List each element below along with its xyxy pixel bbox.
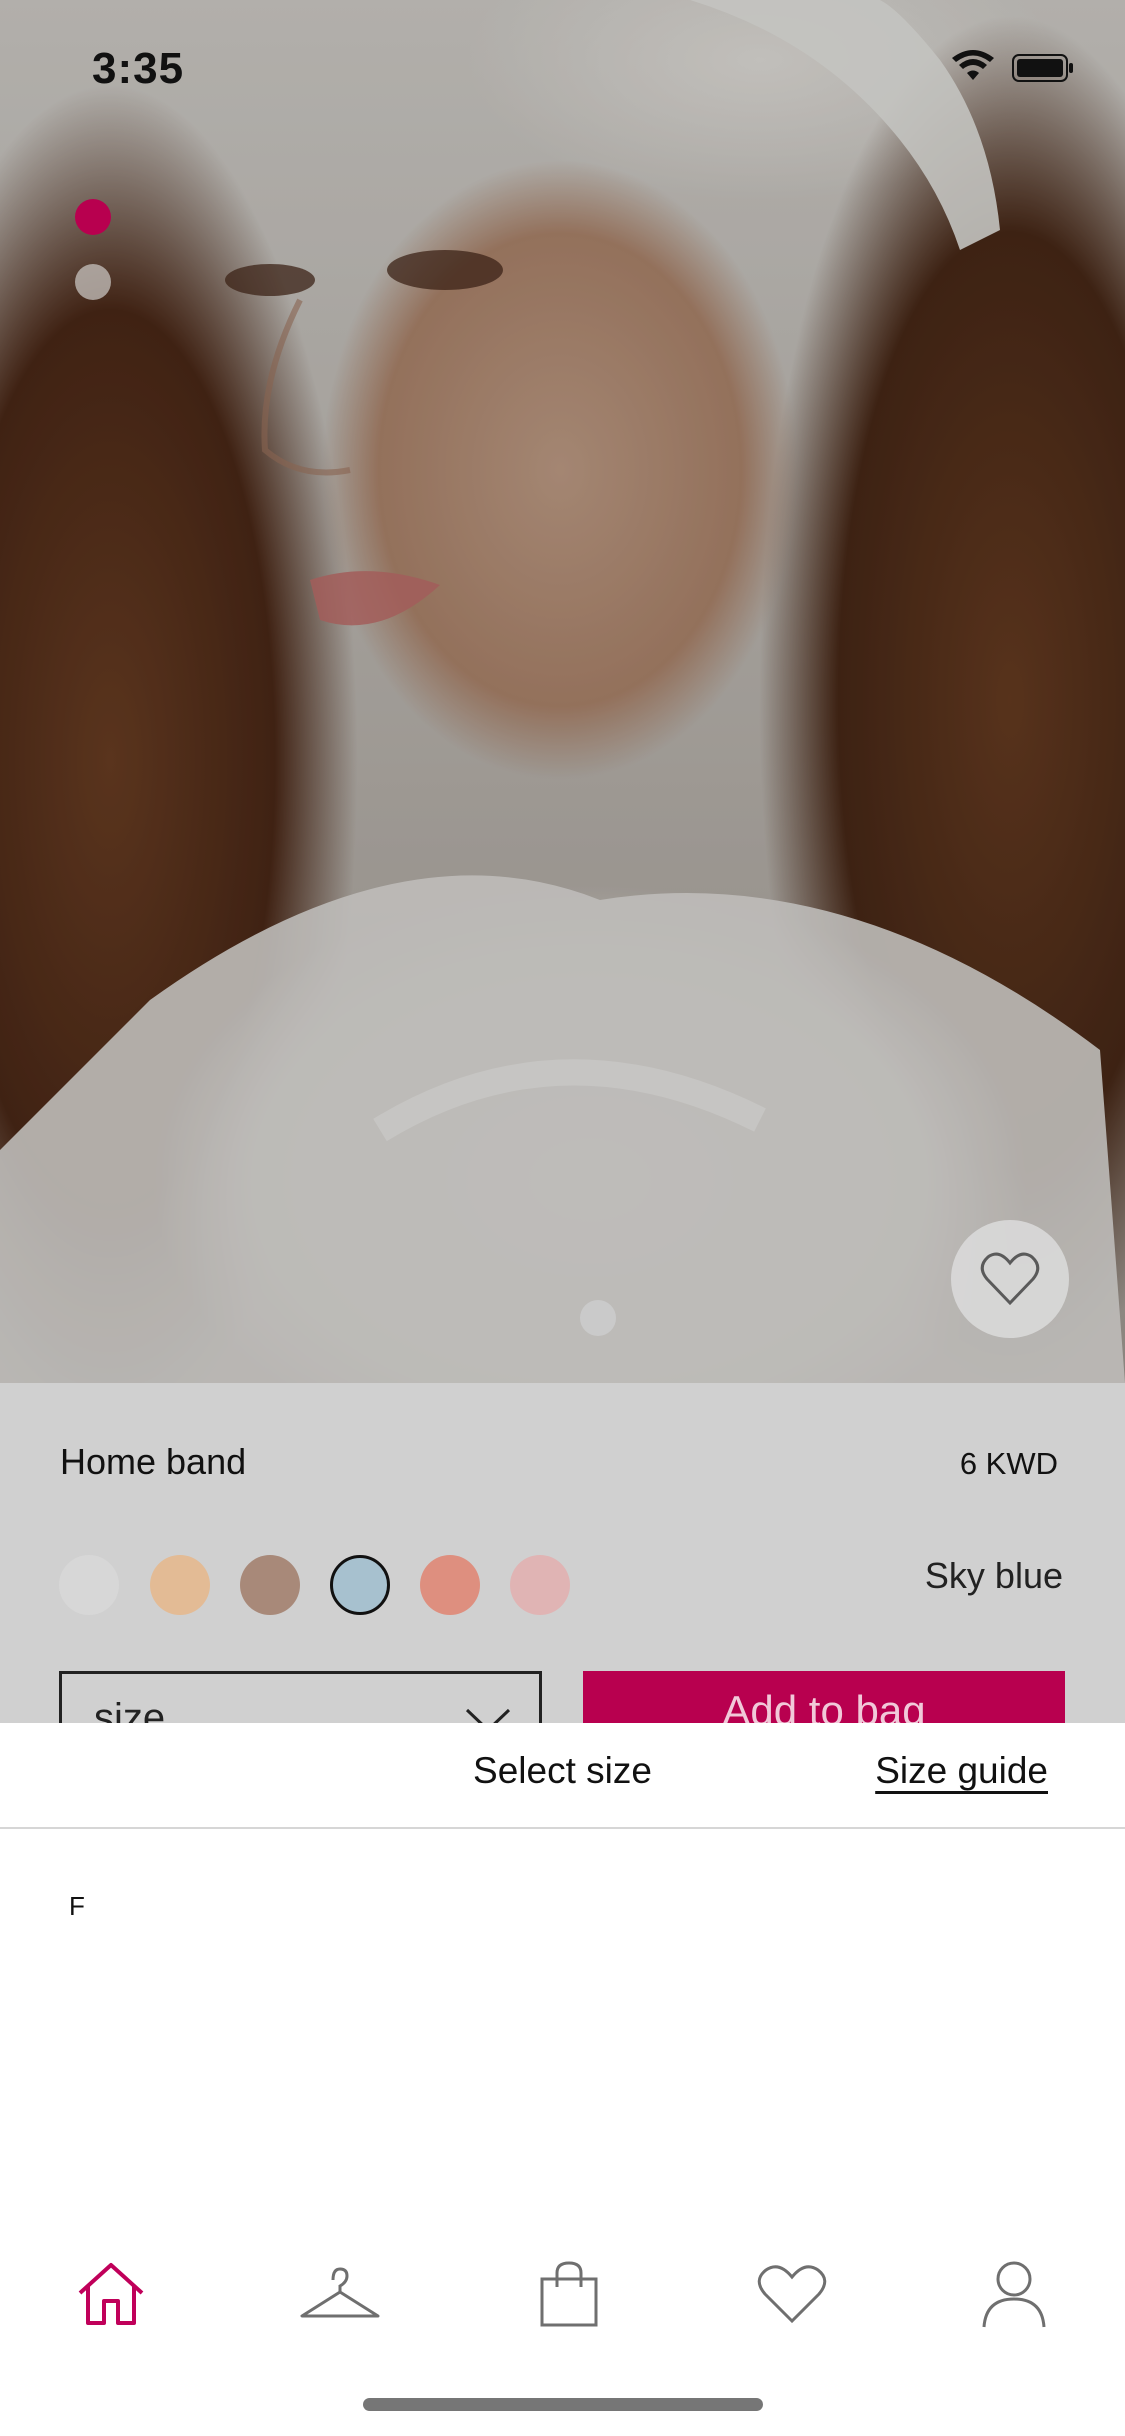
color-swatch[interactable] xyxy=(59,1555,119,1615)
color-swatch[interactable] xyxy=(510,1555,570,1615)
battery-icon xyxy=(1012,54,1073,82)
tab-home[interactable] xyxy=(69,2252,153,2336)
product-price: 6 KWD xyxy=(959,1446,1058,1481)
gallery-dot-active[interactable] xyxy=(75,199,111,235)
tab-wishlist[interactable] xyxy=(750,2252,834,2336)
divider xyxy=(0,1827,1125,1829)
heart-icon xyxy=(757,2265,827,2324)
photo-overlay xyxy=(0,0,1125,1383)
size-option[interactable]: F xyxy=(69,1891,85,1922)
home-icon xyxy=(78,2263,144,2325)
size-guide-link[interactable]: Size guide xyxy=(875,1750,1048,1792)
product-name: Home band xyxy=(60,1441,247,1482)
status-time: 3:35 xyxy=(92,44,185,93)
favorite-button[interactable] xyxy=(951,1220,1069,1338)
shopping-bag-icon xyxy=(540,2261,598,2327)
tab-profile[interactable] xyxy=(972,2252,1056,2336)
color-swatch[interactable] xyxy=(150,1555,210,1615)
color-swatch-selected[interactable] xyxy=(330,1555,390,1615)
home-indicator[interactable] xyxy=(363,2398,763,2411)
color-swatch[interactable] xyxy=(420,1555,480,1615)
heart-icon xyxy=(980,1252,1040,1306)
color-swatch[interactable] xyxy=(240,1555,300,1615)
tab-shop[interactable] xyxy=(297,2252,383,2336)
product-info: Home band 6 KWD Sky blue size Add to bag xyxy=(0,1383,1125,1751)
tab-bag[interactable] xyxy=(527,2252,611,2336)
hanger-icon xyxy=(300,2267,380,2318)
profile-icon xyxy=(982,2261,1046,2328)
gallery-dot[interactable] xyxy=(75,264,111,300)
wifi-icon xyxy=(952,50,994,80)
selected-color-name: Sky blue xyxy=(924,1555,1063,1596)
